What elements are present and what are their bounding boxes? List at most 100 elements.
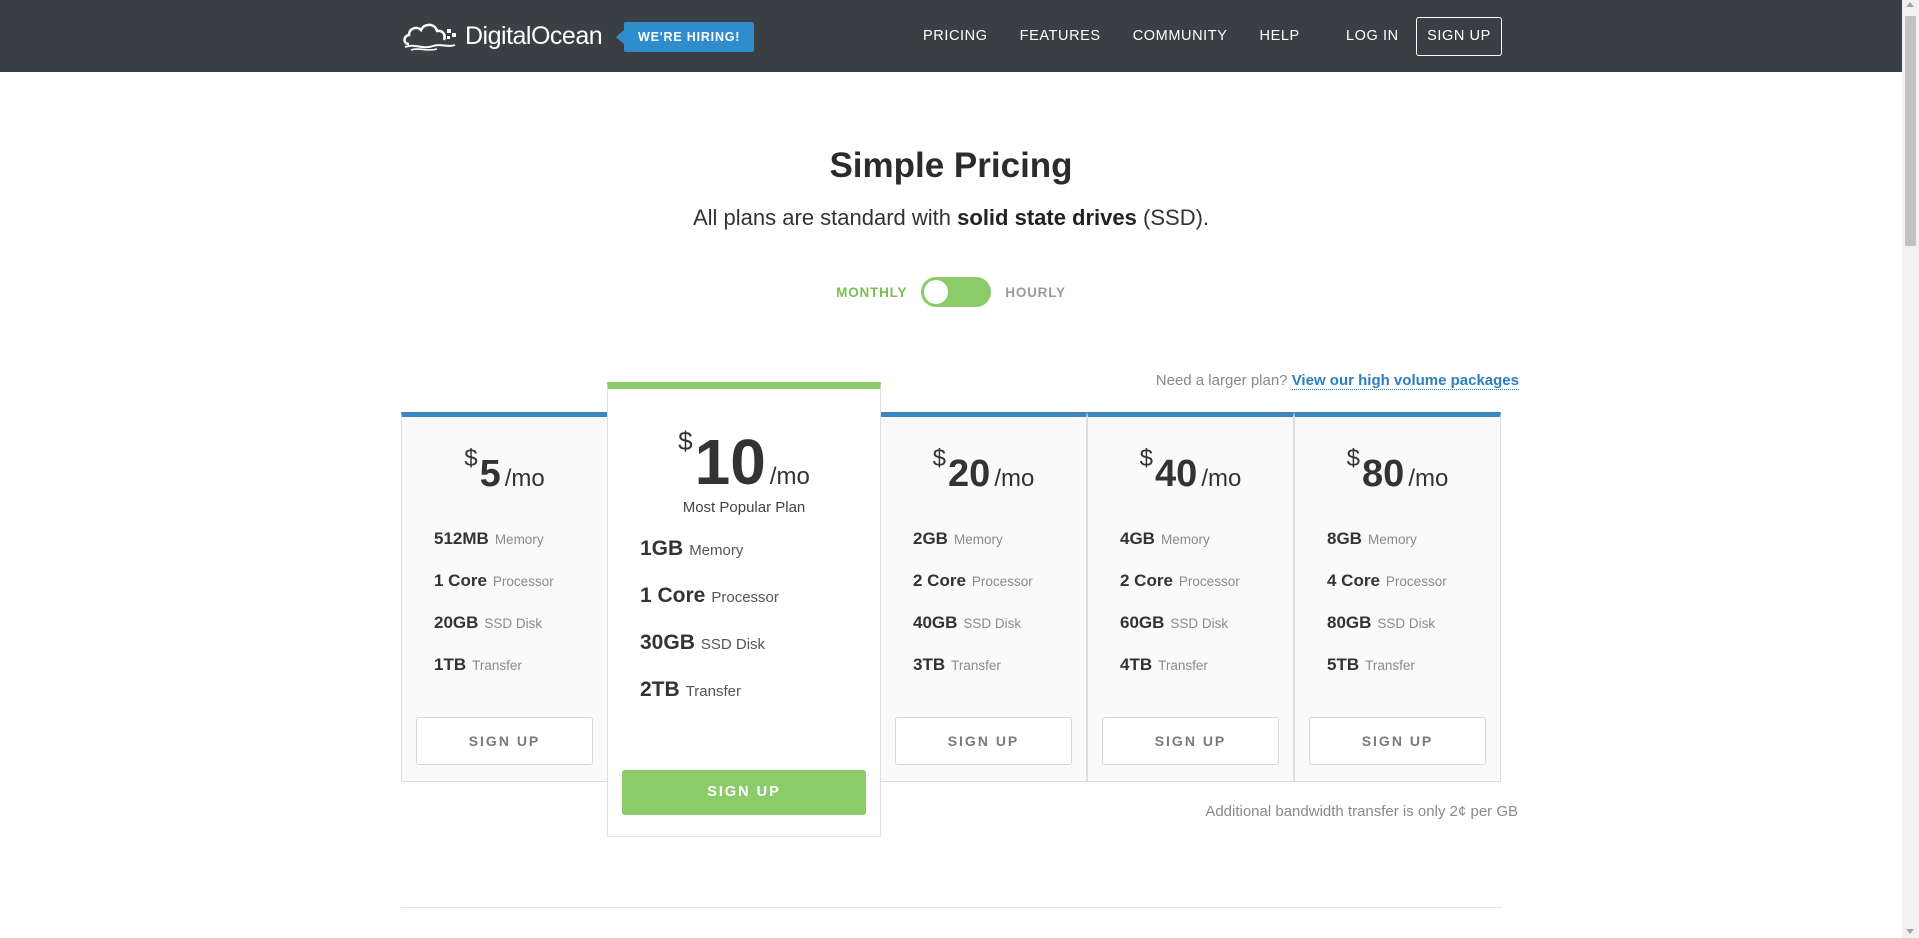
spec-value: 5TB (1327, 655, 1360, 674)
nav-link-pricing[interactable]: PRICING (923, 28, 988, 44)
spec-value: 1 Core (434, 571, 487, 590)
spec-value: 2 Core (1120, 571, 1173, 590)
spec-value: 60GB (1120, 613, 1165, 632)
cloud-logo-icon (403, 23, 456, 51)
spec-label: Memory (494, 532, 544, 547)
spec-value: 1GB (640, 537, 684, 560)
page-title: Simple Pricing (829, 146, 1073, 185)
spec-value: 4GB (1120, 529, 1155, 548)
spec-label: Transfer (951, 658, 1001, 673)
high-volume-link[interactable]: View our high volume packages (1291, 372, 1519, 390)
subtitle-bold: solid state drives (957, 205, 1137, 230)
spec-processor: 1 Core Processor (434, 571, 554, 613)
spec-value: 512MB (434, 529, 489, 548)
spec-label: SSD Disk (700, 636, 766, 653)
plan-price: $80/mo (1295, 445, 1500, 496)
price-period: /mo (1408, 465, 1449, 492)
price-amount: 10 (694, 426, 766, 498)
price-currency: $ (1346, 445, 1361, 472)
billing-toggle: MONTHLY HOURLY (0, 277, 1902, 307)
spec-transfer: 5TB Transfer (1327, 655, 1447, 697)
plan-specs: 8GB Memory 4 Core Processor 80GB SSD Disk 5… (1327, 529, 1447, 697)
spec-label: Memory (953, 532, 1003, 547)
plan-price: $40/mo (1088, 445, 1293, 496)
login-link[interactable]: LOG IN (1346, 28, 1399, 44)
spec-value: 2GB (913, 529, 948, 548)
toggle-label-monthly[interactable]: MONTHLY (836, 285, 907, 300)
spec-value: 8GB (1327, 529, 1362, 548)
plan-signup-button[interactable]: SIGN UP (1309, 717, 1486, 765)
plan-signup-button[interactable]: SIGN UP (895, 717, 1072, 765)
toggle-label-hourly[interactable]: HOURLY (1005, 285, 1066, 300)
spec-memory: 8GB Memory (1327, 529, 1447, 571)
page-subtitle: All plans are standard with solid state … (0, 205, 1902, 231)
spec-value: 4 Core (1327, 571, 1380, 590)
nav-signup-button[interactable]: SIGN UP (1416, 17, 1502, 56)
spec-label: Processor (492, 574, 554, 589)
spec-transfer: 2TB Transfer (640, 678, 779, 725)
spec-value: 2TB (640, 678, 680, 701)
price-currency: $ (932, 445, 947, 472)
spec-label: Processor (971, 574, 1033, 589)
spec-processor: 4 Core Processor (1327, 571, 1447, 613)
price-currency: $ (1139, 445, 1154, 472)
spec-disk: 40GB SSD Disk (913, 613, 1033, 655)
billing-switch[interactable] (921, 277, 992, 307)
price-period: /mo (1201, 465, 1242, 492)
spec-label: SSD Disk (484, 616, 543, 631)
plan-signup-button[interactable]: SIGN UP (416, 717, 593, 765)
subtitle-prefix: All plans are standard with (692, 205, 952, 230)
spec-label: Transfer (472, 658, 522, 673)
spec-value: 20GB (434, 613, 479, 632)
spec-label: Processor (1385, 574, 1447, 589)
spec-value: 3TB (913, 655, 946, 674)
spec-value: 1 Core (640, 584, 706, 607)
spec-label: Transfer (1158, 658, 1208, 673)
nav-link-features[interactable]: FEATURES (1020, 28, 1101, 44)
spec-label: Transfer (685, 683, 741, 700)
popular-plan-tag: Most Popular Plan (682, 499, 806, 516)
logo[interactable]: DigitalOcean (401, 18, 603, 54)
spec-memory: 512MB Memory (434, 529, 554, 571)
spec-processor: 1 Core Processor (640, 584, 779, 631)
price-period: /mo (769, 463, 810, 490)
nav-link-help[interactable]: HELP (1260, 28, 1300, 44)
plan-signup-button-primary[interactable]: SIGN UP (622, 770, 866, 815)
switch-knob (924, 280, 949, 304)
spec-label: SSD Disk (1377, 616, 1436, 631)
spec-value: 1TB (434, 655, 467, 674)
vertical-scrollbar[interactable] (1902, 0, 1919, 938)
plan-card-40: $40/mo 4GB Memory 2 Core Processor 60GB SSD… (1087, 412, 1294, 782)
spec-transfer: 3TB Transfer (913, 655, 1033, 697)
spec-processor: 2 Core Processor (1120, 571, 1240, 613)
plan-signup-button[interactable]: SIGN UP (1102, 717, 1279, 765)
price-period: /mo (994, 465, 1035, 492)
hiring-badge[interactable]: WE'RE HIRING! (615, 22, 755, 52)
plan-card-20: $20/mo 2GB Memory 2 Core Processor 40GB SSD… (880, 412, 1087, 782)
scroll-up-arrow-icon[interactable] (1906, 2, 1914, 7)
price-amount: 20 (948, 453, 991, 495)
subtitle-suffix: (SSD). (1143, 205, 1210, 230)
scrollbar-thumb[interactable] (1905, 16, 1916, 246)
spec-transfer: 4TB Transfer (1120, 655, 1240, 697)
spec-memory: 4GB Memory (1120, 529, 1240, 571)
spec-memory: 2GB Memory (913, 529, 1033, 571)
spec-disk: 60GB SSD Disk (1120, 613, 1240, 655)
plan-price: $10/mo (608, 425, 880, 499)
logo-text: DigitalOcean (465, 21, 603, 50)
top-navigation: DigitalOcean WE'RE HIRING! PRICING FEATU… (0, 0, 1902, 72)
price-period: /mo (504, 465, 545, 492)
spec-label: SSD Disk (963, 616, 1022, 631)
price-currency: $ (464, 445, 478, 472)
scroll-down-arrow-icon[interactable] (1906, 929, 1914, 934)
price-currency: $ (678, 426, 693, 456)
spec-label: Transfer (1365, 658, 1415, 673)
spec-label: Processor (711, 589, 779, 606)
plan-specs: 4GB Memory 2 Core Processor 60GB SSD Disk 4… (1120, 529, 1240, 697)
price-amount: 80 (1362, 453, 1405, 495)
nav-link-community[interactable]: COMMUNITY (1133, 28, 1228, 44)
spec-transfer: 1TB Transfer (434, 655, 554, 697)
plan-card-80: $80/mo 8GB Memory 4 Core Processor 80GB SSD… (1294, 412, 1501, 782)
spec-value: 40GB (913, 613, 958, 632)
spec-label: Processor (1178, 574, 1240, 589)
